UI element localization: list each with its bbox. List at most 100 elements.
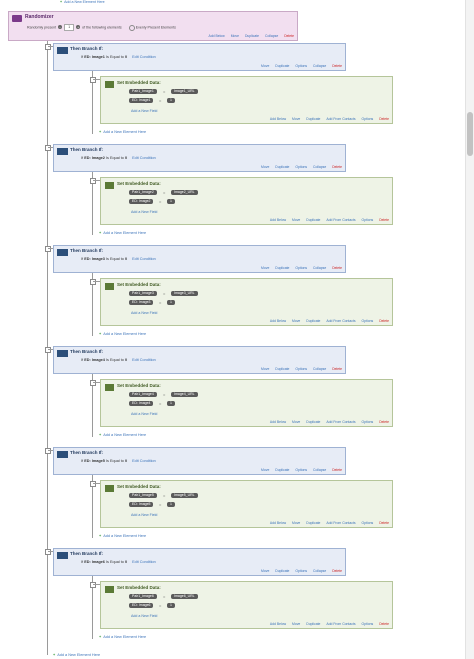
randomizer-decrement-icon[interactable]: − (58, 25, 63, 30)
embed-collapse-toggle[interactable] (90, 481, 96, 487)
randomizer-increment-icon[interactable]: + (76, 25, 81, 30)
embed-move-link[interactable]: Move (292, 117, 300, 121)
embed-add-from-contacts-link[interactable]: Add From Contacts (326, 319, 355, 323)
embedded-field-name[interactable]: ED: Image2 (129, 199, 154, 204)
branch-collapse-toggle[interactable] (45, 44, 51, 50)
embed-add-below-link[interactable]: Add Below (270, 218, 286, 222)
branch-options-link[interactable]: Options (295, 266, 307, 270)
embed-options-link[interactable]: Options (362, 521, 374, 525)
embedded-field-name[interactable]: ED: Image3 (129, 300, 154, 305)
embedded-field-value[interactable]: Image5_URL (171, 493, 198, 498)
embed-move-link[interactable]: Move (292, 218, 300, 222)
embed-duplicate-link[interactable]: Duplicate (306, 319, 320, 323)
edit-condition-link[interactable]: Edit Condition (132, 358, 156, 362)
scrollbar-thumb[interactable] (467, 112, 473, 156)
branch-collapse-toggle[interactable] (45, 347, 51, 353)
branch-duplicate-link[interactable]: Duplicate (275, 367, 289, 371)
embedded-data-block[interactable]: Set Embedded Data: Pair1_Image1 = Image1… (100, 76, 393, 124)
embed-add-below-link[interactable]: Add Below (270, 117, 286, 121)
add-new-field-link[interactable]: Add a New Field (131, 210, 157, 214)
embed-add-from-contacts-link[interactable]: Add From Contacts (326, 218, 355, 222)
embed-duplicate-link[interactable]: Duplicate (306, 521, 320, 525)
add-element-link[interactable]: + Add a New Element Here (99, 231, 146, 235)
branch-collapse-link[interactable]: Collapse (313, 165, 326, 169)
embed-collapse-toggle[interactable] (90, 77, 96, 83)
branch-options-link[interactable]: Options (295, 165, 307, 169)
branch-delete-link[interactable]: Delete (332, 165, 342, 169)
embedded-field-name[interactable]: Pair1_Image4 (129, 392, 157, 397)
edit-condition-link[interactable]: Edit Condition (132, 55, 156, 59)
page-scrollbar[interactable] (465, 0, 474, 659)
branch-options-link[interactable]: Options (295, 367, 307, 371)
branch-collapse-toggle[interactable] (45, 549, 51, 555)
branch-duplicate-link[interactable]: Duplicate (275, 165, 289, 169)
embed-delete-link[interactable]: Delete (379, 319, 389, 323)
top-add-element-link[interactable]: + Add a New Element Here (60, 0, 105, 4)
edit-condition-link[interactable]: Edit Condition (132, 156, 156, 160)
add-new-field-link[interactable]: Add a New Field (131, 412, 157, 416)
embedded-data-block[interactable]: Set Embedded Data: Pair1_Image4 = Image4… (100, 379, 393, 427)
embed-add-below-link[interactable]: Add Below (270, 420, 286, 424)
embedded-field-value[interactable]: 1 (167, 603, 175, 608)
add-element-link[interactable]: + Add a New Element Here (99, 433, 146, 437)
embed-options-link[interactable]: Options (362, 319, 374, 323)
embedded-field-name[interactable]: ED: Image1 (129, 98, 154, 103)
embedded-field-value[interactable]: Image2_URL (171, 190, 198, 195)
embedded-field-name[interactable]: Pair1_Image5 (129, 493, 157, 498)
branch-collapse-link[interactable]: Collapse (313, 468, 326, 472)
branch-collapse-link[interactable]: Collapse (313, 569, 326, 573)
branch-move-link[interactable]: Move (261, 266, 269, 270)
add-element-link[interactable]: + Add a New Element Here (99, 534, 146, 538)
embedded-field-value[interactable]: Image4_URL (171, 392, 198, 397)
embedded-field-value[interactable]: Image6_URL (171, 594, 198, 599)
embedded-field-value[interactable]: 1 (167, 98, 175, 103)
branch-options-link[interactable]: Options (295, 64, 307, 68)
branch-duplicate-link[interactable]: Duplicate (275, 266, 289, 270)
randomizer-delete-link[interactable]: Delete (284, 34, 294, 38)
branch-collapse-toggle[interactable] (45, 145, 51, 151)
embedded-field-name[interactable]: Pair1_Image1 (129, 89, 157, 94)
embed-add-from-contacts-link[interactable]: Add From Contacts (326, 117, 355, 121)
embedded-data-block[interactable]: Set Embedded Data: Pair1_Image6 = Image6… (100, 581, 393, 629)
branch-duplicate-link[interactable]: Duplicate (275, 569, 289, 573)
branch-collapse-link[interactable]: Collapse (313, 64, 326, 68)
bottom-add-element-link[interactable]: + Add a New Element Here (53, 653, 100, 657)
branch-collapse-link[interactable]: Collapse (313, 367, 326, 371)
embed-collapse-toggle[interactable] (90, 279, 96, 285)
branch-options-link[interactable]: Options (295, 569, 307, 573)
embed-add-from-contacts-link[interactable]: Add From Contacts (326, 622, 355, 626)
add-element-link[interactable]: + Add a New Element Here (99, 635, 146, 639)
embed-options-link[interactable]: Options (362, 420, 374, 424)
embed-add-from-contacts-link[interactable]: Add From Contacts (326, 420, 355, 424)
embedded-field-name[interactable]: Pair1_Image6 (129, 594, 157, 599)
branch-collapse-toggle[interactable] (45, 448, 51, 454)
branch-block[interactable]: Then Branch If: If ED: Image5 Is Equal t… (53, 447, 346, 475)
embed-delete-link[interactable]: Delete (379, 420, 389, 424)
randomizer-move-link[interactable]: Move (231, 34, 239, 38)
add-new-field-link[interactable]: Add a New Field (131, 614, 157, 618)
add-new-field-link[interactable]: Add a New Field (131, 109, 157, 113)
embed-options-link[interactable]: Options (362, 218, 374, 222)
embedded-field-value[interactable]: Image3_URL (171, 291, 198, 296)
branch-duplicate-link[interactable]: Duplicate (275, 468, 289, 472)
embed-duplicate-link[interactable]: Duplicate (306, 218, 320, 222)
embedded-field-value[interactable]: 1 (167, 300, 175, 305)
branch-block[interactable]: Then Branch If: If ED: Image6 Is Equal t… (53, 548, 346, 576)
branch-collapse-toggle[interactable] (45, 246, 51, 252)
branch-move-link[interactable]: Move (261, 468, 269, 472)
evenly-present-radio[interactable] (128, 24, 135, 31)
branch-move-link[interactable]: Move (261, 569, 269, 573)
embed-options-link[interactable]: Options (362, 117, 374, 121)
embedded-data-block[interactable]: Set Embedded Data: Pair1_Image3 = Image3… (100, 278, 393, 326)
randomizer-count-input[interactable]: 1 (64, 24, 75, 31)
embed-delete-link[interactable]: Delete (379, 117, 389, 121)
branch-move-link[interactable]: Move (261, 165, 269, 169)
embedded-field-value[interactable]: 1 (167, 502, 175, 507)
branch-move-link[interactable]: Move (261, 367, 269, 371)
embedded-field-value[interactable]: 1 (167, 199, 175, 204)
branch-delete-link[interactable]: Delete (332, 569, 342, 573)
edit-condition-link[interactable]: Edit Condition (132, 459, 156, 463)
branch-block[interactable]: Then Branch If: If ED: Image3 Is Equal t… (53, 245, 346, 273)
embed-add-below-link[interactable]: Add Below (270, 521, 286, 525)
edit-condition-link[interactable]: Edit Condition (132, 560, 156, 564)
